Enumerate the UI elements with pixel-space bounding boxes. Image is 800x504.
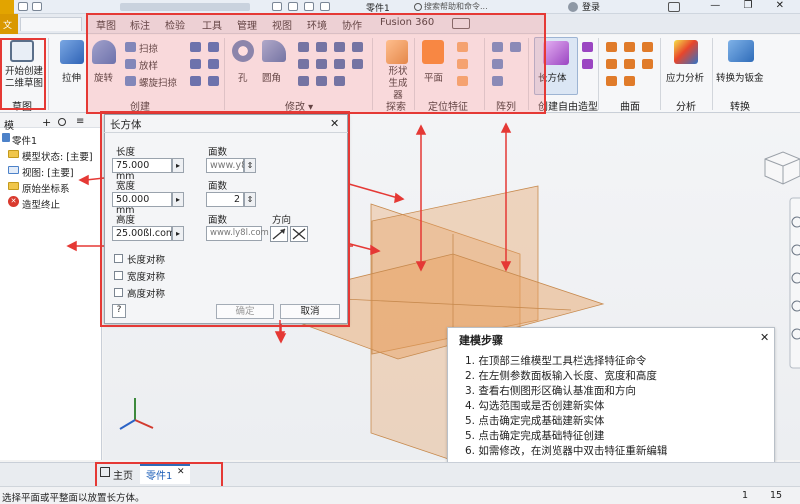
step-item: 4. 勾选范围或是否创建新实体 bbox=[465, 400, 605, 412]
stress-analysis-button[interactable]: 应力分析 bbox=[666, 70, 704, 84]
navigation-bar[interactable] bbox=[789, 197, 800, 369]
steps-close-button[interactable]: ✕ bbox=[760, 331, 769, 344]
stitch-icon[interactable] bbox=[606, 42, 617, 52]
file-tab[interactable]: 文 bbox=[0, 14, 18, 34]
ribbon-separator bbox=[48, 38, 49, 110]
quick-access-toolbar[interactable] bbox=[120, 3, 250, 11]
step-item: 3. 查看右侧图形区确认基准面和方向 bbox=[465, 385, 636, 397]
step-item: 1. 在顶部三维模型工具栏选择特征命令 bbox=[465, 355, 647, 367]
step-item: 5. 点击确定完成基础建新实体 bbox=[465, 415, 605, 427]
extend-icon[interactable] bbox=[606, 59, 617, 69]
convert-sheet-metal-button[interactable]: 转换为钣金 bbox=[716, 70, 764, 84]
home-icon[interactable] bbox=[272, 2, 282, 11]
origin-folder-icon bbox=[8, 182, 19, 190]
repair-icon[interactable] bbox=[624, 76, 635, 86]
browser-menu-icon[interactable]: ≡ bbox=[76, 116, 84, 127]
extrude-icon[interactable] bbox=[60, 40, 84, 64]
freeform-sphere-icon[interactable] bbox=[582, 42, 593, 52]
status-count-2: 15 bbox=[770, 490, 783, 501]
model-state-folder-icon bbox=[8, 150, 19, 158]
view-cube[interactable] bbox=[764, 151, 800, 185]
part-icon bbox=[2, 133, 10, 142]
window-controls[interactable]: — ❐ ✕ bbox=[710, 0, 794, 11]
group-convert-label: 转换 bbox=[730, 102, 750, 113]
tab-3d-model[interactable] bbox=[20, 17, 82, 31]
add-icon[interactable]: + bbox=[42, 116, 51, 129]
tree-item-part[interactable]: 零件1 bbox=[12, 133, 37, 147]
freeform-box-icon[interactable] bbox=[543, 41, 569, 65]
login-link[interactable]: 登录 bbox=[582, 0, 600, 13]
highlight-ribbon-box bbox=[86, 13, 546, 114]
convert-sheet-metal-icon[interactable] bbox=[728, 40, 754, 62]
step-item: 2. 在左侧参数面板输入长度、宽度和高度 bbox=[465, 370, 657, 382]
group-surface-label: 曲面 bbox=[620, 102, 640, 113]
tree-item-end-of-part[interactable]: 造型终止 bbox=[22, 197, 60, 211]
browser-tab-model[interactable]: 模 bbox=[4, 117, 14, 132]
end-of-part-icon: ✕ bbox=[8, 196, 19, 207]
extrude-button[interactable]: 拉伸 bbox=[62, 70, 81, 84]
stress-analysis-icon[interactable] bbox=[674, 40, 698, 64]
cart-icon[interactable] bbox=[668, 2, 680, 12]
steps-title: 建模步骤 bbox=[459, 334, 503, 347]
appearance-icon[interactable] bbox=[288, 2, 298, 11]
axis-triad bbox=[119, 398, 154, 430]
group-freeform-label: 创建自由造型 bbox=[538, 102, 598, 113]
ruled-surface-icon[interactable] bbox=[606, 76, 617, 86]
app-logo-icon[interactable] bbox=[0, 0, 14, 14]
browser-search-icon[interactable] bbox=[58, 118, 66, 126]
freeform-cylinder-icon[interactable] bbox=[582, 59, 593, 69]
trim-icon[interactable] bbox=[642, 42, 653, 52]
user-icon bbox=[568, 2, 578, 12]
ribbon-separator bbox=[660, 38, 661, 110]
patch-icon[interactable] bbox=[624, 42, 635, 52]
dialog-annotation-arrow bbox=[274, 320, 286, 342]
sculpt-icon[interactable] bbox=[642, 59, 653, 69]
ribbon-separator bbox=[598, 38, 599, 110]
undo-icon[interactable] bbox=[320, 2, 330, 11]
status-text: 选择平面或平整面以放置长方体。 bbox=[2, 493, 145, 504]
step-item: 6. 如需修改，在浏览器中双击特征重新编辑 bbox=[465, 445, 668, 457]
material-icon[interactable] bbox=[304, 2, 314, 11]
view-rep-icon bbox=[8, 166, 19, 174]
highlight-dialog-box bbox=[100, 111, 350, 327]
step-item: 5. 点击确定完成基础特征创建 bbox=[465, 430, 605, 442]
new-file-icon[interactable] bbox=[18, 2, 28, 11]
status-bar: 选择平面或平整面以放置长方体。 bbox=[0, 486, 800, 504]
ribbon-separator bbox=[712, 38, 713, 110]
group-analysis-label: 分析 bbox=[676, 102, 696, 113]
highlight-sketch-box bbox=[0, 38, 46, 110]
open-file-icon[interactable] bbox=[32, 2, 42, 11]
boundary-patch-icon[interactable] bbox=[624, 59, 635, 69]
help-search-input[interactable]: 搜索帮助和命令... bbox=[412, 1, 562, 13]
status-count-1: 1 bbox=[742, 490, 749, 501]
tree-item-model-state[interactable]: 模型状态: [主要] bbox=[22, 149, 93, 163]
